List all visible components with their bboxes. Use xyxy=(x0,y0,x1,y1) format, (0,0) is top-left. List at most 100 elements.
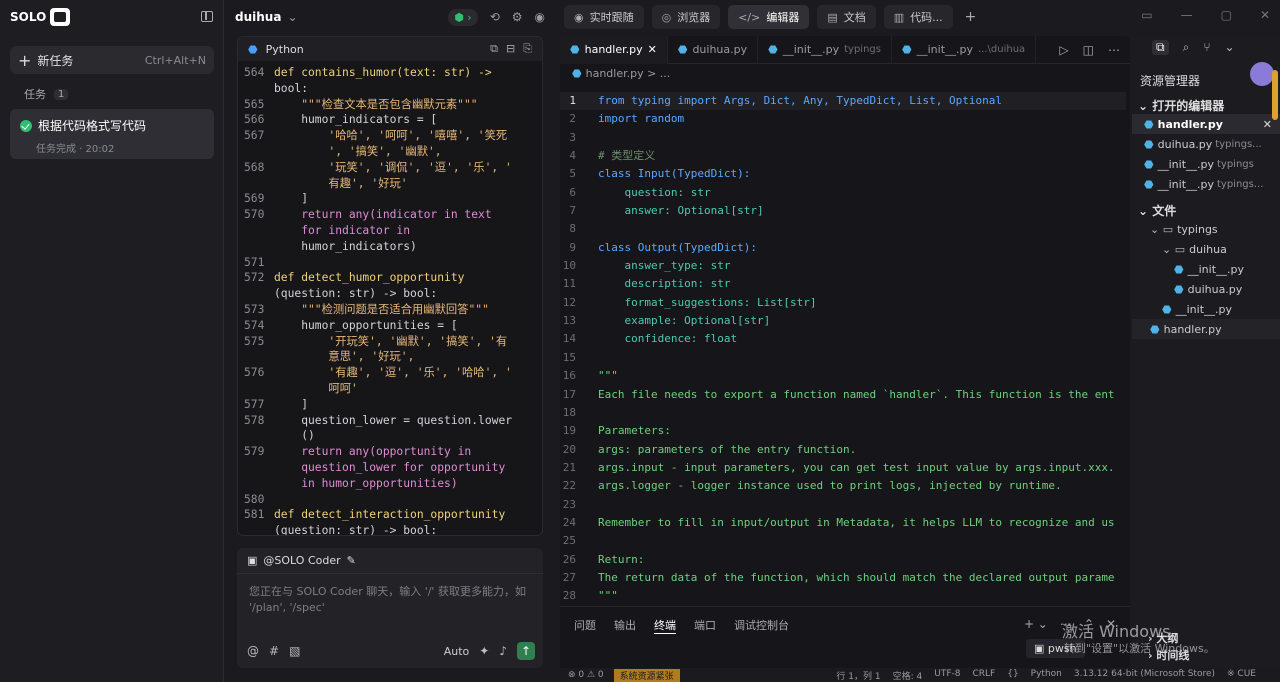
breadcrumb-text[interactable]: handler.py > ... xyxy=(586,67,671,80)
line-ending[interactable]: CRLF xyxy=(972,669,995,682)
image-icon[interactable]: ▧ xyxy=(289,644,300,658)
resource-warning[interactable]: 系统资源紧张 xyxy=(613,668,680,682)
editor-line[interactable]: 9 class Output(TypedDict): xyxy=(560,239,1126,257)
agent-status-pill[interactable]: ⬢ › xyxy=(448,8,478,26)
editor-line[interactable]: 10 answer_type: str xyxy=(560,257,1126,275)
panel-tab-terminal[interactable]: 终端 xyxy=(654,617,676,634)
file-item[interactable]: ⬣ __init__.py xyxy=(1132,259,1280,279)
editor-line[interactable]: 26 Return: xyxy=(560,551,1126,569)
open-editor-item[interactable]: ⬣ __init__.py typings xyxy=(1132,154,1280,174)
editor-line[interactable]: 8 xyxy=(560,220,1126,238)
indent-setting[interactable]: 空格: 4 xyxy=(893,669,923,682)
editor-line[interactable]: 6 question: str xyxy=(560,184,1126,202)
files-section[interactable]: ⌄ 文件 xyxy=(1132,194,1280,219)
close-icon[interactable]: ✕ xyxy=(1260,8,1270,22)
file-item[interactable]: ⬣ __init__.py xyxy=(1132,299,1280,319)
project-name[interactable]: duihua xyxy=(235,10,281,24)
editor-line[interactable]: 1 from typing import Args, Dict, Any, Typ… xyxy=(560,92,1126,111)
open-editor-item[interactable]: ⬣ duihua.py typings... xyxy=(1132,134,1280,154)
folder-item[interactable]: ⌄ ▭ typings xyxy=(1132,219,1280,239)
interpreter-version[interactable]: 3.13.12 64-bit (Microsoft Store) xyxy=(1074,669,1215,682)
editor-line[interactable]: 18 xyxy=(560,404,1126,422)
history-icon[interactable]: ⟲ xyxy=(490,10,500,24)
source-control-icon[interactable]: ⑂ xyxy=(1203,40,1210,54)
editor-tab-init-duihua[interactable]: ⬣ __init__.py ...\duihua xyxy=(892,35,1037,64)
chat-input[interactable]: 您正在与 SOLO Coder 聊天，输入 '/' 获取更多能力，如 '/pla… xyxy=(237,574,543,626)
language-mode[interactable]: Python xyxy=(1031,669,1062,682)
insert-icon[interactable]: ⊟ xyxy=(506,42,515,56)
tab-docs[interactable]: ▤ 文档 xyxy=(817,5,876,29)
editor-line[interactable]: 28 """ xyxy=(560,587,1126,600)
editor-line[interactable]: 13 example: Optional[str] xyxy=(560,312,1126,330)
file-item[interactable]: ⬣ duihua.py xyxy=(1132,279,1280,299)
editor-code-lines[interactable]: 1 from typing import Args, Dict, Any, Typ… xyxy=(560,92,1126,600)
model-select[interactable]: Auto xyxy=(444,645,470,658)
tab-browser[interactable]: ◎ 浏览器 xyxy=(651,5,721,29)
editor-line[interactable]: 23 xyxy=(560,496,1126,514)
copy-icon[interactable]: ⧉ xyxy=(490,42,498,56)
close-tab-icon[interactable]: ✕ xyxy=(648,43,657,56)
editor-line[interactable]: 5 class Input(TypedDict): xyxy=(560,165,1126,183)
apply-icon[interactable]: ⎘ xyxy=(523,42,532,56)
send-button[interactable]: ↑ xyxy=(517,642,535,660)
file-item[interactable]: ⬣ handler.py xyxy=(1132,319,1280,339)
chat-input-box[interactable]: ▣ @SOLO Coder ✎ 您正在与 SOLO Coder 聊天，输入 '/… xyxy=(237,548,543,668)
add-tab-icon[interactable]: + xyxy=(961,9,981,25)
panel-tab-debug-console[interactable]: 调试控制台 xyxy=(734,617,789,634)
editor-line[interactable]: 21 args.input - input parameters, you can… xyxy=(560,459,1126,477)
editor-line[interactable]: 7 answer: Optional[str] xyxy=(560,202,1126,220)
open-editor-item[interactable]: ⬣ __init__.py typings... xyxy=(1132,174,1280,194)
open-editor-item[interactable]: ⬣ handler.py ✕ xyxy=(1132,114,1280,134)
editor-tab-duihua[interactable]: ⬣ duihua.py xyxy=(668,35,759,64)
tab-editor[interactable]: </> 编辑器 xyxy=(728,5,810,29)
encoding[interactable]: UTF-8 xyxy=(934,669,960,682)
editor-line[interactable]: 17 Each file needs to export a function n… xyxy=(560,386,1126,404)
language-braces[interactable]: {} xyxy=(1007,669,1018,682)
scrollbar-handle[interactable] xyxy=(1272,70,1278,120)
search-icon[interactable]: ⌕ xyxy=(1183,40,1190,55)
new-terminal-icon[interactable]: + ⌄ xyxy=(1024,617,1048,631)
editor-line[interactable]: 25 xyxy=(560,532,1126,550)
panel-tab-output[interactable]: 输出 xyxy=(614,617,636,634)
sparkle-icon[interactable]: ✦ xyxy=(479,644,489,658)
editor-line[interactable]: 27 The return data of the function, which… xyxy=(560,569,1126,587)
minimize-icon[interactable]: — xyxy=(1181,8,1193,22)
editor-line[interactable]: 22 args.logger - logger instance used to … xyxy=(560,477,1126,495)
mic-icon[interactable]: ♪ xyxy=(499,644,507,658)
problems-count[interactable]: ⊗ 0 ⚠ 0 xyxy=(568,670,604,680)
tab-live-follow[interactable]: ◉ 实时跟随 xyxy=(564,5,644,29)
split-editor-icon[interactable]: ◫ xyxy=(1083,43,1094,57)
chat-agent-name[interactable]: @SOLO Coder xyxy=(263,554,340,567)
layout-bottom-icon[interactable]: ▭ xyxy=(1141,8,1152,22)
cue-status[interactable]: ※ CUE xyxy=(1227,669,1256,682)
cursor-position[interactable]: 行 1，列 1 xyxy=(836,669,880,682)
gear-icon[interactable]: ⚙ xyxy=(512,10,523,24)
assistant-avatar[interactable] xyxy=(1250,62,1274,86)
panel-tab-ports[interactable]: 端口 xyxy=(694,617,716,634)
maximize-icon[interactable]: ▢ xyxy=(1221,8,1232,22)
collapse-sidebar-icon[interactable] xyxy=(201,11,213,22)
new-task-button[interactable]: + 新任务 Ctrl+Alt+N xyxy=(10,46,214,74)
files-icon[interactable]: ⧉ xyxy=(1152,39,1169,55)
task-item[interactable]: 根据代码格式写代码 任务完成 · 20:02 xyxy=(10,109,214,159)
editor-line[interactable]: 12 format_suggestions: List[str] xyxy=(560,294,1126,312)
editor-line[interactable]: 3 xyxy=(560,129,1126,147)
editor-tab-init-typings[interactable]: ⬣ __init__.py typings xyxy=(758,35,892,64)
editor-line[interactable]: 19 Parameters: xyxy=(560,422,1126,440)
editor-line[interactable]: 20 args: parameters of the entry function… xyxy=(560,441,1126,459)
chevron-down-icon[interactable]: ⌄ xyxy=(1225,40,1235,54)
open-editors-section[interactable]: ⌄ 打开的编辑器 xyxy=(1132,89,1280,114)
mention-icon[interactable]: @ xyxy=(247,644,259,658)
account-icon[interactable]: ◉ xyxy=(535,10,545,24)
chevron-down-icon[interactable]: ⌄ xyxy=(287,10,297,24)
editor-line[interactable]: 11 description: str xyxy=(560,275,1126,293)
editor-line[interactable]: 15 xyxy=(560,349,1126,367)
folder-item[interactable]: ⌄ ▭ duihua xyxy=(1132,239,1280,259)
editor-tab-handler[interactable]: ⬣ handler.py ✕ xyxy=(560,35,668,64)
editor-line[interactable]: 2 import random xyxy=(560,110,1126,128)
panel-tab-problems[interactable]: 问题 xyxy=(574,617,596,634)
editor-line[interactable]: 14 confidence: float xyxy=(560,330,1126,348)
tab-code[interactable]: ▥ 代码... xyxy=(883,5,953,29)
editor-line[interactable]: 24 Remember to fill in input/output in Me… xyxy=(560,514,1126,532)
close-icon[interactable]: ✕ xyxy=(1263,118,1272,131)
